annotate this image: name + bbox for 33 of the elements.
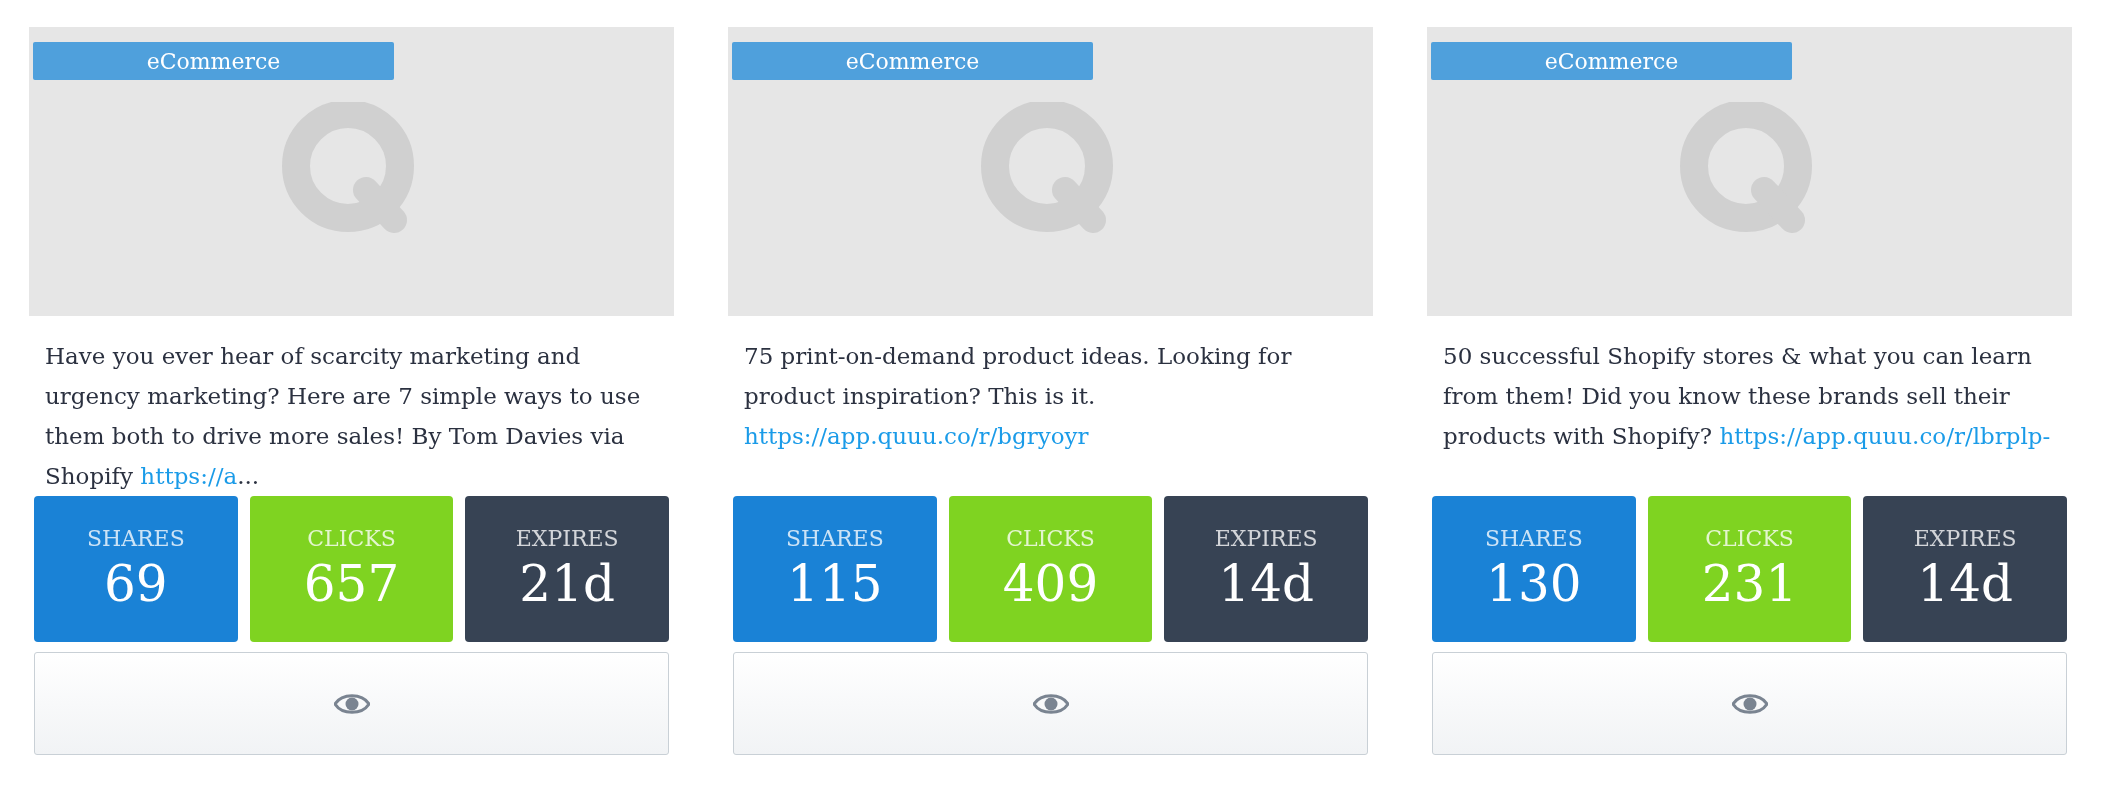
stat-label: SHARES [785,525,884,553]
stat-value: 130 [1486,554,1582,614]
view-button[interactable] [1432,652,2067,755]
stat-value: 115 [787,554,883,614]
stat-value: 231 [1701,554,1798,614]
view-button[interactable] [733,652,1368,755]
eye-icon [1731,691,1768,716]
stat-label: CLICKS [307,525,396,553]
post-text: 75 print-on-demand product ideas. Looking for product inspiration? This is it. https://app.quuu.co/r/bgryoyr [743,342,1293,451]
stat-label: EXPIRES [515,525,619,553]
post-link[interactable]: https://app.quuu.co/r/lbrplp- [1719,423,2051,449]
stat-label: EXPIRES [1214,525,1318,553]
post-text: 50 successful Shopify stores & what you can learn from them! Did you know these brands sell their products with Shopify? https://app.quuu.co/r/lbrplp- [1442,342,2052,451]
stat-label: SHARES [86,525,185,553]
category-tag: eCommerce [33,42,394,80]
stat-label: CLICKS [1705,525,1794,553]
stat-value: 657 [303,554,400,614]
view-button[interactable] [34,652,669,755]
post-text: Have you ever hear of scarcity marketing and urgency marketing? Here are 7 simple ways to use them both to drive more sales! By Tom Davies via Shopify https://a... [44,342,642,491]
stat-label: EXPIRES [1913,525,2017,553]
stat-value: 14d [1917,554,2013,614]
stat-value: 21d [519,554,615,614]
eye-icon [333,691,370,716]
stat-value: 14d [1218,554,1314,614]
eye-icon [1032,691,1069,716]
stat-value: 409 [1002,554,1099,614]
post-link[interactable]: https://app.quuu.co/r/bgryoyr [744,423,1089,449]
category-tag: eCommerce [1431,42,1792,80]
stat-label: CLICKS [1006,525,1095,553]
category-tag: eCommerce [732,42,1093,80]
post-link[interactable]: https://a [140,463,238,489]
stat-label: SHARES [1484,525,1583,553]
stat-value: 69 [104,554,168,614]
